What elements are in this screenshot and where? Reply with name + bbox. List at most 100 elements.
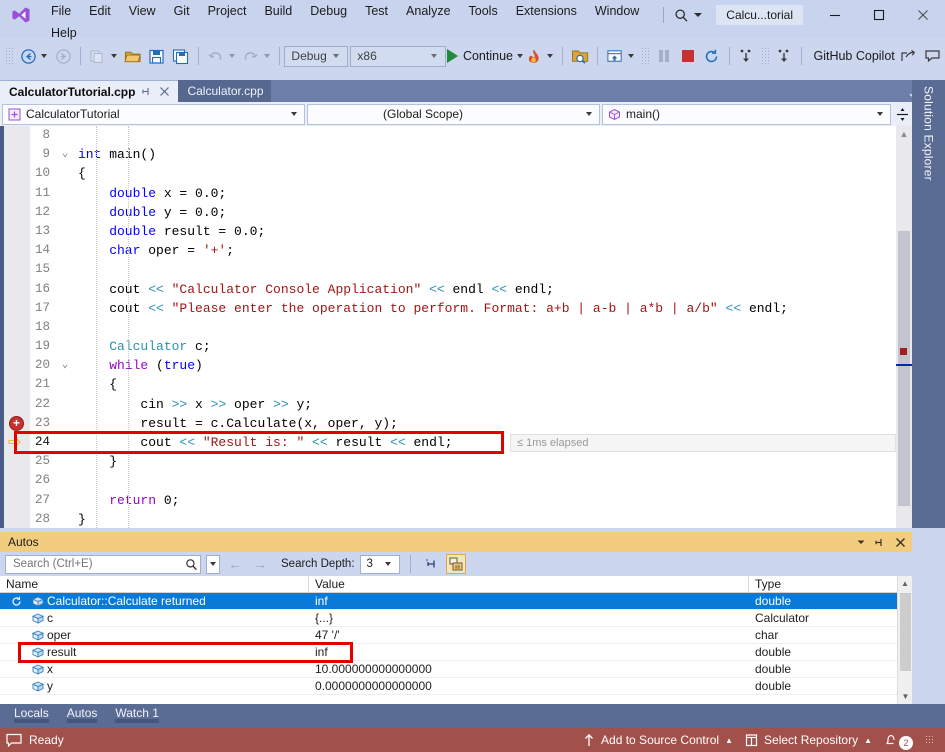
cell-value[interactable]: inf <box>309 593 749 610</box>
menu-item-edit[interactable]: Edit <box>80 0 120 22</box>
search-depth-combo[interactable]: 3 <box>360 555 400 574</box>
close-icon[interactable] <box>158 86 171 97</box>
code-line-9[interactable]: 9⌄int main() <box>4 145 912 164</box>
column-header-value[interactable]: Value <box>309 576 749 592</box>
new-project-button[interactable] <box>86 44 110 68</box>
autos-search-forward-button[interactable]: → <box>250 556 270 572</box>
autos-panel-header[interactable]: Autos <box>0 532 912 552</box>
code-line-26[interactable]: 26 <box>4 471 912 490</box>
solution-name-chip[interactable]: Calcu...torial <box>716 5 803 25</box>
undo-button[interactable] <box>204 44 228 68</box>
add-to-source-control-button[interactable]: Add to Source Control ▲ <box>583 733 733 747</box>
editor-tab-calculator-cpp[interactable]: Calculator.cpp <box>178 80 270 102</box>
grid-scroll-down-arrow[interactable]: ▼ <box>898 689 913 704</box>
code-line-25[interactable]: 25 } <box>4 452 912 471</box>
code-line-19[interactable]: 19 Calculator c; <box>4 337 912 356</box>
stop-debugging-button[interactable] <box>676 44 700 68</box>
code-line-28[interactable]: 28} <box>4 510 912 528</box>
menu-item-build[interactable]: Build <box>255 0 301 22</box>
maximize-button[interactable] <box>857 0 901 30</box>
cell-value[interactable]: 0.0000000000000000 <box>309 678 749 695</box>
autos-search-back-button[interactable]: ← <box>225 556 245 572</box>
code-line-17[interactable]: 17 cout << "Please enter the operation t… <box>4 299 912 318</box>
autos-search-input[interactable] <box>11 557 169 571</box>
code-line-11[interactable]: 11 double x = 0.0; <box>4 184 912 203</box>
code-line-22[interactable]: 22 cin >> x >> oper >> y; <box>4 395 912 414</box>
split-view-button[interactable] <box>893 107 912 122</box>
notifications-button[interactable]: 2 <box>884 731 913 750</box>
step-into-button[interactable] <box>734 44 758 68</box>
navigate-backward-dropdown[interactable] <box>41 54 47 58</box>
table-row[interactable]: resultinfdouble <box>0 644 912 661</box>
code-line-13[interactable]: 13 double result = 0.0; <box>4 222 912 241</box>
grid-scrollbar-thumb[interactable] <box>900 593 911 671</box>
menu-item-project[interactable]: Project <box>199 0 256 22</box>
code-line-18[interactable]: 18 <box>4 318 912 337</box>
cell-value[interactable]: 10.000000000000000 <box>309 661 749 678</box>
navbar-project-combo[interactable]: CalculatorTutorial <box>2 104 305 125</box>
code-line-16[interactable]: 16 cout << "Calculator Console Applicati… <box>4 280 912 299</box>
resize-grip[interactable] <box>925 735 935 745</box>
code-line-23[interactable]: 23 result = c.Calculate(x, oper, y); <box>4 414 912 433</box>
toolbar-grip-3[interactable] <box>761 47 769 65</box>
menu-item-file[interactable]: File <box>42 0 80 22</box>
redo-button[interactable] <box>239 44 263 68</box>
table-row[interactable]: oper47 '/'char <box>0 627 912 644</box>
navigate-backward-button[interactable] <box>16 44 40 68</box>
vs-search-button[interactable] <box>670 8 706 23</box>
cell-value[interactable]: inf <box>309 644 749 661</box>
select-repository-button[interactable]: Select Repository ▲ <box>745 733 872 747</box>
menu-item-debug[interactable]: Debug <box>301 0 356 22</box>
hexadecimal-display-toggle[interactable]: ab <box>446 554 466 574</box>
menu-item-git[interactable]: Git <box>165 0 199 22</box>
toolbar-grip[interactable] <box>5 47 13 65</box>
restart-button[interactable] <box>700 44 724 68</box>
menu-item-tools[interactable]: Tools <box>460 0 507 22</box>
autos-variables-grid[interactable]: Name Value Type Calculator::Calculate re… <box>0 576 912 704</box>
save-button[interactable] <box>145 44 169 68</box>
autos-menu-button[interactable] <box>856 537 866 547</box>
open-file-button[interactable] <box>121 44 145 68</box>
table-row[interactable]: y0.0000000000000000double <box>0 678 912 695</box>
pin-icon[interactable] <box>140 86 153 97</box>
hot-reload-dropdown[interactable] <box>547 54 553 58</box>
menu-item-analyze[interactable]: Analyze <box>397 0 459 22</box>
close-window-button[interactable] <box>901 0 945 30</box>
hot-reload-button[interactable] <box>522 44 546 68</box>
dock-tab-autos[interactable]: Autos <box>59 704 106 720</box>
code-line-21[interactable]: 21 { <box>4 375 912 394</box>
menu-item-help[interactable]: Help <box>42 22 86 44</box>
navigate-forward-button[interactable] <box>51 44 75 68</box>
break-all-button[interactable] <box>652 44 676 68</box>
magnifier-icon[interactable] <box>185 558 198 571</box>
redo-dropdown[interactable] <box>264 54 270 58</box>
dock-tab-watch-1[interactable]: Watch 1 <box>107 704 167 720</box>
code-line-8[interactable]: 8 <box>4 126 912 145</box>
step-window-dropdown[interactable] <box>628 54 634 58</box>
pin-tooltip-toggle[interactable] <box>421 554 441 574</box>
table-row[interactable]: Calculator::Calculate returnedinfdouble <box>0 593 912 610</box>
code-line-20[interactable]: 20⌄ while (true) <box>4 356 912 375</box>
table-row[interactable]: c{...}Calculator <box>0 610 912 627</box>
solution-explorer-strip[interactable]: Solution Explorer <box>912 80 945 528</box>
menu-item-extensions[interactable]: Extensions <box>507 0 586 22</box>
toolbar-grip-2[interactable] <box>641 47 649 65</box>
code-line-14[interactable]: 14 char oper = '+'; <box>4 241 912 260</box>
code-line-15[interactable]: 15 <box>4 260 912 279</box>
breakpoint-glyph[interactable] <box>9 416 24 431</box>
minimize-button[interactable] <box>813 0 857 30</box>
code-editor[interactable]: 89⌄int main()10{11 double x = 0.0;12 dou… <box>0 126 912 528</box>
code-line-10[interactable]: 10{ <box>4 164 912 183</box>
step-window-button[interactable] <box>603 44 627 68</box>
cell-value[interactable]: {...} <box>309 610 749 627</box>
menu-item-test[interactable]: Test <box>356 0 397 22</box>
undo-dropdown[interactable] <box>229 54 235 58</box>
share-button[interactable] <box>897 44 921 68</box>
autos-float-button[interactable] <box>875 537 886 548</box>
menu-item-view[interactable]: View <box>120 0 165 22</box>
solution-configuration-combo[interactable]: Debug <box>284 46 348 67</box>
autos-close-button[interactable] <box>895 537 906 548</box>
autos-search-box[interactable] <box>5 555 201 574</box>
code-line-27[interactable]: 27 return 0; <box>4 491 912 510</box>
navbar-member-combo[interactable]: main() <box>602 104 891 125</box>
